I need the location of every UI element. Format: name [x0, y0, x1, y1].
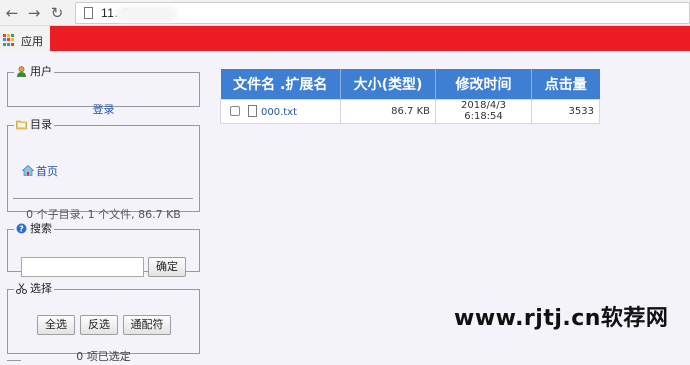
directory-panel: 目录 首页 0 个子目录, 1 个文件, 86.7 KB: [7, 118, 200, 221]
file-name-cell: 000.txt: [220, 98, 341, 124]
row-checkbox[interactable]: [230, 105, 240, 116]
select-panel: 选择 全选 反选 通配符 0 项已选定: [7, 282, 200, 363]
login-link[interactable]: 登录: [8, 101, 199, 117]
apps-grid-icon[interactable]: [3, 34, 15, 46]
file-modified-cell: 2018/4/3 6:18:54: [435, 98, 532, 124]
directory-summary: 0 个子目录, 1 个文件, 86.7 KB: [26, 208, 181, 221]
address-bar[interactable]: 11. 6: [75, 2, 690, 24]
divider: [13, 198, 193, 199]
back-arrow-icon[interactable]: ←: [2, 3, 22, 23]
browser-toolbar: ← → ↻ 11. 6: [0, 0, 690, 26]
help-icon: ?: [16, 223, 27, 234]
invert-selection-button[interactable]: 反选: [80, 315, 118, 335]
user-panel: 用户 登录: [7, 65, 200, 116]
table-row: 000.txt 86.7 KB 2018/4/3 6:18:54 3533: [220, 98, 600, 124]
column-header-modified[interactable]: 修改时间: [435, 69, 532, 99]
table-header-row: 文件名 .扩展名 大小(类型) 修改时间 点击量: [220, 69, 600, 99]
url-redaction: [116, 6, 178, 22]
user-panel-legend: 用户: [14, 65, 54, 79]
selected-count: 0 项已选定: [76, 350, 131, 363]
scissors-icon: [16, 283, 27, 294]
select-panel-legend: 选择: [14, 282, 54, 296]
red-banner: [50, 26, 690, 51]
forward-arrow-icon[interactable]: →: [24, 3, 44, 23]
file-size-cell: 86.7 KB: [340, 98, 436, 124]
bookmarks-bar: 应用: [0, 26, 50, 51]
file-hits-cell: 3533: [531, 98, 600, 124]
page-icon: [84, 7, 93, 19]
svg-text:?: ?: [19, 224, 24, 233]
search-panel-title: 搜索: [30, 222, 52, 235]
file-table: 文件名 .扩展名 大小(类型) 修改时间 点击量 000.txt 86.7 KB…: [220, 69, 600, 124]
reload-icon[interactable]: ↻: [47, 3, 67, 23]
directory-panel-title: 目录: [30, 118, 52, 131]
text-file-icon: [248, 104, 257, 117]
user-icon: [17, 66, 26, 77]
column-header-hits[interactable]: 点击量: [531, 69, 600, 99]
select-all-button[interactable]: 全选: [37, 315, 75, 335]
column-header-size[interactable]: 大小(类型): [340, 69, 436, 99]
search-input[interactable]: [21, 257, 144, 277]
user-panel-title: 用户: [30, 65, 52, 78]
search-submit-button[interactable]: 确定: [148, 257, 186, 277]
file-link[interactable]: 000.txt: [261, 107, 297, 118]
select-panel-title: 选择: [30, 282, 52, 295]
directory-panel-legend: 目录: [14, 118, 54, 132]
column-header-name[interactable]: 文件名 .扩展名: [220, 69, 341, 99]
home-link-wrapper[interactable]: 首页: [22, 163, 58, 179]
watermark: www.rjtj.cn软荐网: [454, 306, 669, 331]
wildcard-button[interactable]: 通配符: [123, 315, 171, 335]
apps-label[interactable]: 应用: [21, 33, 43, 49]
home-icon: [22, 165, 34, 176]
home-link[interactable]: 首页: [36, 165, 58, 178]
search-panel-legend: ? 搜索: [14, 222, 54, 236]
next-panel-edge: [7, 360, 21, 365]
folder-icon: [16, 120, 27, 130]
search-panel: ? 搜索 确定: [7, 222, 200, 277]
